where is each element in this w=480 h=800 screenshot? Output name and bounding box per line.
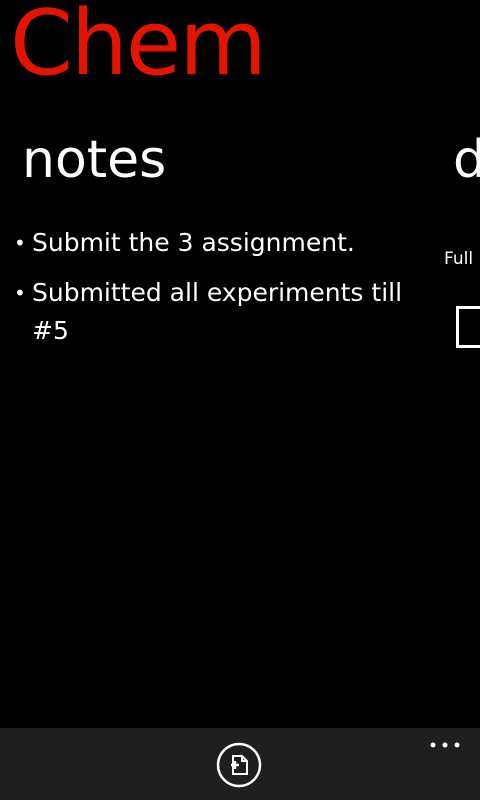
next-pane-label-peek: Full [444, 249, 474, 269]
note-item[interactable]: • Submitted all experiments till #5 [14, 274, 420, 350]
note-item[interactable]: • Submit the 3 assignment. [14, 224, 420, 262]
app-bar [0, 728, 480, 800]
more-options-button[interactable] [428, 732, 462, 756]
next-pane-checkbox-peek[interactable] [456, 306, 480, 348]
note-text: Submit the 3 assignment. [32, 228, 355, 257]
notes-list: • Submit the 3 assignment. • Submitted a… [14, 224, 420, 362]
ellipsis-icon [430, 742, 460, 748]
app-screen: Chem notes d • Submit the 3 assignment. … [0, 0, 480, 800]
note-text: Submitted all experiments till #5 [32, 278, 403, 345]
pivot-header-next-peek[interactable]: d [453, 128, 480, 192]
bullet-icon: • [14, 281, 26, 305]
pivot-header-notes[interactable]: notes [22, 128, 166, 192]
add-note-button[interactable] [216, 742, 262, 788]
app-title: Chem [10, 0, 267, 96]
add-note-icon [216, 742, 262, 788]
bullet-icon: • [14, 231, 26, 255]
